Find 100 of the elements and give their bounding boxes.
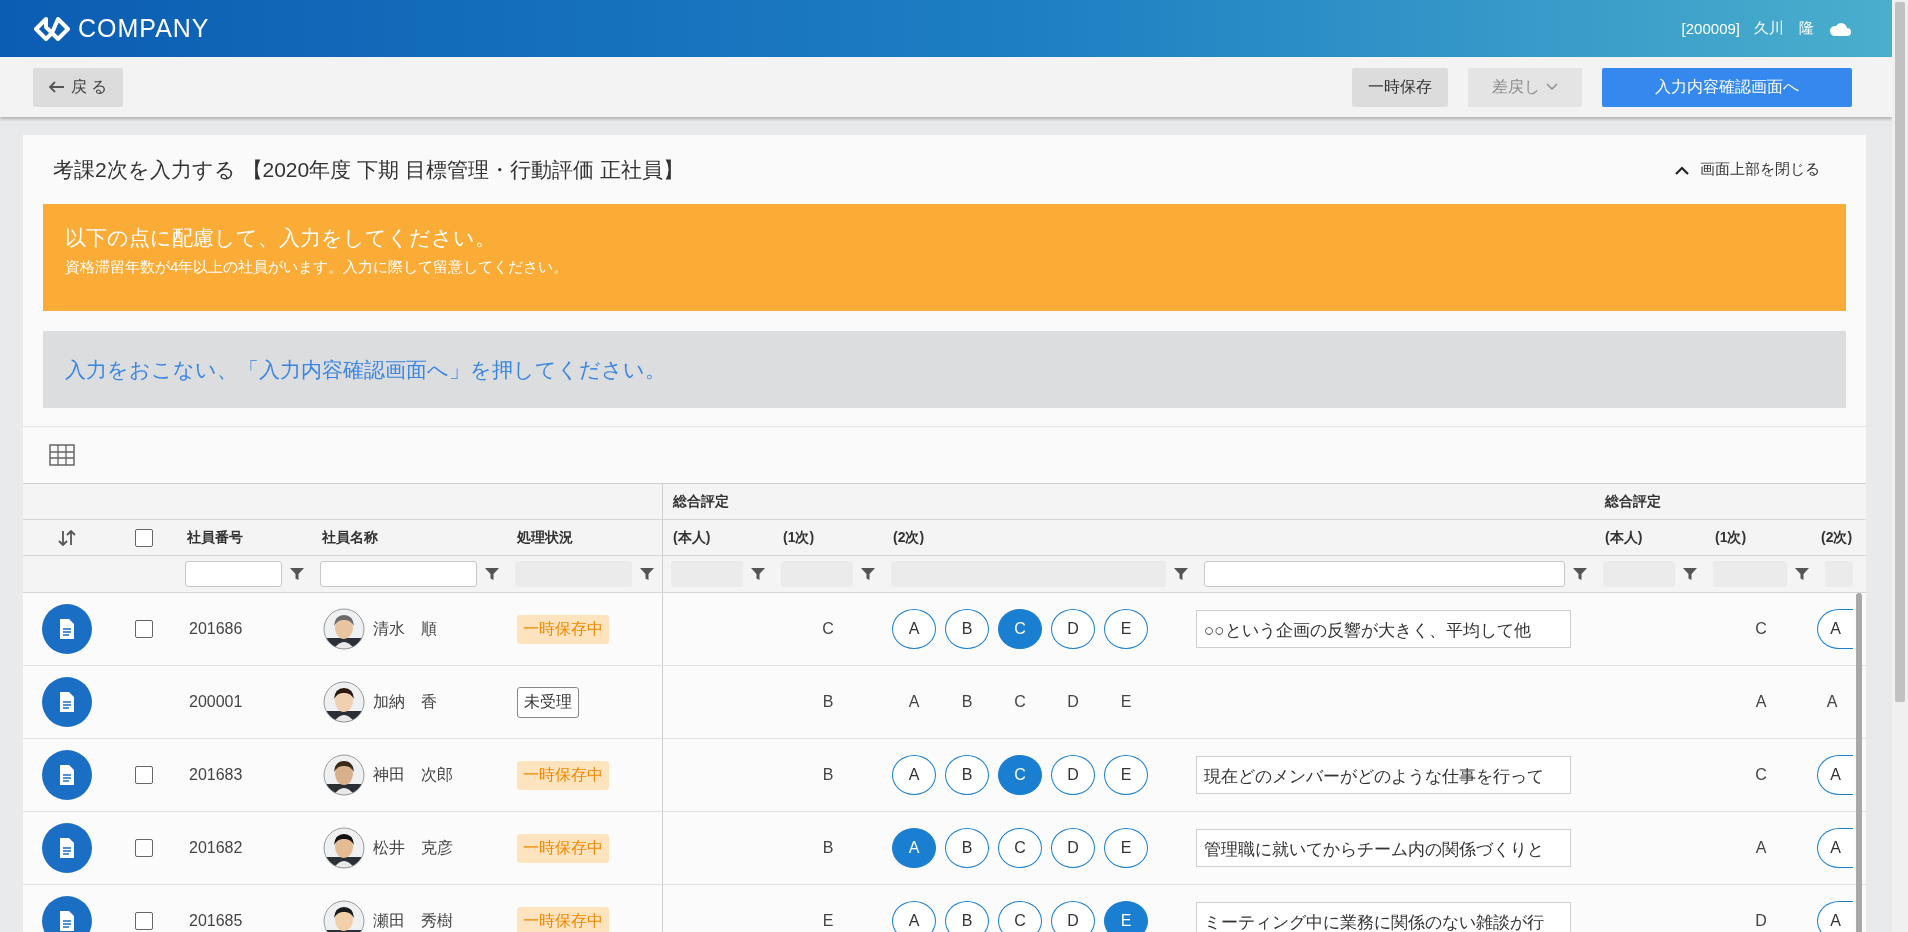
column-group-header: 総合評定 xyxy=(673,492,729,511)
grade-option[interactable]: A xyxy=(1817,901,1853,932)
filter-icon[interactable] xyxy=(1795,568,1809,580)
confirm-button[interactable]: 入力内容確認画面へ xyxy=(1602,67,1852,107)
filter-icon[interactable] xyxy=(290,568,304,580)
temp-save-button[interactable]: 一時保存 xyxy=(1352,67,1448,107)
grade-option[interactable]: A xyxy=(1817,609,1853,649)
grade-option[interactable]: B xyxy=(945,609,989,649)
employee-name: 加納 香 xyxy=(373,691,437,712)
document-button[interactable] xyxy=(41,677,92,727)
document-button[interactable] xyxy=(41,604,92,654)
filter-field[interactable] xyxy=(1204,561,1565,587)
column-group-header: 総合評定 xyxy=(1605,492,1661,511)
grade-option[interactable]: D xyxy=(1051,755,1095,795)
document-button[interactable] xyxy=(41,823,92,873)
grade-value: D xyxy=(1755,912,1767,930)
grade-option[interactable]: A xyxy=(892,828,936,868)
status-badge: 一時保存中 xyxy=(517,833,609,863)
grade-option[interactable]: A xyxy=(892,901,936,932)
column-header: (1次) xyxy=(1714,528,1747,547)
grade-option[interactable]: C xyxy=(998,609,1042,649)
user-name: 久川 隆 xyxy=(1754,19,1814,38)
grade-label: E xyxy=(1119,693,1133,711)
table-scrollbar[interactable] xyxy=(1856,593,1862,932)
status-badge: 一時保存中 xyxy=(517,614,609,644)
document-icon xyxy=(57,764,76,786)
grade-value: C xyxy=(1755,766,1767,784)
document-button[interactable] xyxy=(41,750,92,800)
select-all-checkbox[interactable] xyxy=(134,528,153,547)
employee-number: 201685 xyxy=(189,912,243,930)
grade-value: C xyxy=(822,620,834,638)
grade-option[interactable]: C xyxy=(998,755,1042,795)
comment-field[interactable]: ○○という企画の反響が大きく、平均して他 xyxy=(1196,610,1571,648)
grade-label: C xyxy=(1013,693,1027,711)
filter-icon[interactable] xyxy=(1683,568,1697,580)
grade-option[interactable]: A xyxy=(892,755,936,795)
chevron-up-icon xyxy=(1674,164,1690,175)
column-header: 社員番号 xyxy=(186,528,243,547)
grade-option[interactable]: D xyxy=(1051,828,1095,868)
logo-icon xyxy=(34,16,70,41)
collapse-link[interactable]: 画面上部を閉じる xyxy=(1668,159,1826,180)
comment-field[interactable]: 管理職に就いてからチーム内の関係づくりと xyxy=(1196,829,1571,867)
caret-icon xyxy=(1546,83,1558,91)
grade-option[interactable]: A xyxy=(892,609,936,649)
grade-option[interactable]: E xyxy=(1104,609,1148,649)
grade-option[interactable]: B xyxy=(945,901,989,932)
back-button[interactable]: 戻 る xyxy=(33,67,124,107)
logo-text: COMPANY xyxy=(78,14,210,43)
row-checkbox[interactable] xyxy=(134,912,153,930)
column-header: (本人) xyxy=(1604,528,1643,547)
employee-name: 清水 順 xyxy=(373,618,437,639)
filter-field[interactable] xyxy=(185,561,282,587)
employee-name: 松井 克彦 xyxy=(373,837,453,858)
grade-option[interactable]: C xyxy=(998,828,1042,868)
filter-icon[interactable] xyxy=(640,568,654,580)
row-checkbox[interactable] xyxy=(134,620,153,638)
grade-option[interactable]: E xyxy=(1104,828,1148,868)
user-id: [200009] xyxy=(1681,20,1740,37)
grade-option[interactable]: D xyxy=(1051,609,1095,649)
page-scrollbar[interactable] xyxy=(1892,0,1908,932)
column-header: (1次) xyxy=(782,528,815,547)
filter-icon[interactable] xyxy=(485,568,499,580)
column-header: (2次) xyxy=(892,528,925,547)
grade-option[interactable]: C xyxy=(998,901,1042,932)
grade-value: E xyxy=(822,912,834,930)
instruction-text: 入力をおこない、「入力内容確認画面へ」を押してください。 xyxy=(65,356,666,383)
column-header: (2次) xyxy=(1820,528,1853,547)
employee-number: 201686 xyxy=(189,620,243,638)
document-button[interactable] xyxy=(41,896,92,932)
grade-label: A xyxy=(907,693,921,711)
grid-icon[interactable] xyxy=(49,444,75,466)
row-checkbox[interactable] xyxy=(134,766,153,784)
grade-option[interactable]: A xyxy=(1817,755,1853,795)
filter-icon[interactable] xyxy=(1174,568,1188,580)
grade-value: A xyxy=(1755,839,1767,857)
filter-icon[interactable] xyxy=(861,568,875,580)
sort-icon[interactable] xyxy=(57,529,76,546)
document-icon xyxy=(57,837,76,859)
grade-option[interactable]: B xyxy=(945,755,989,795)
filter-icon[interactable] xyxy=(1573,568,1587,580)
filter-field[interactable] xyxy=(320,561,477,587)
document-icon xyxy=(57,691,76,713)
employee-number: 200001 xyxy=(189,693,243,711)
comment-field[interactable]: 現在どのメンバーがどのような仕事を行って xyxy=(1196,756,1571,794)
grade-option[interactable]: E xyxy=(1104,901,1148,932)
row-checkbox[interactable] xyxy=(134,839,153,857)
grade-option[interactable]: A xyxy=(1817,828,1853,868)
grade-label: B xyxy=(960,693,974,711)
grade-value: B xyxy=(822,839,834,857)
grade-option[interactable]: B xyxy=(945,828,989,868)
grade-option[interactable]: E xyxy=(1104,755,1148,795)
notice-heading: 以下の点に配慮して、入力をしてください。 xyxy=(65,225,497,251)
grade-option[interactable]: D xyxy=(1051,901,1095,932)
arrow-left-icon xyxy=(47,80,65,94)
status-badge: 一時保存中 xyxy=(517,906,609,932)
column-header: 処理状況 xyxy=(516,528,573,547)
cloud-icon[interactable] xyxy=(1828,20,1852,37)
document-icon xyxy=(57,618,76,640)
comment-field[interactable]: ミーティング中に業務に関係のない雑談が行 xyxy=(1196,902,1571,932)
filter-icon[interactable] xyxy=(751,568,765,580)
